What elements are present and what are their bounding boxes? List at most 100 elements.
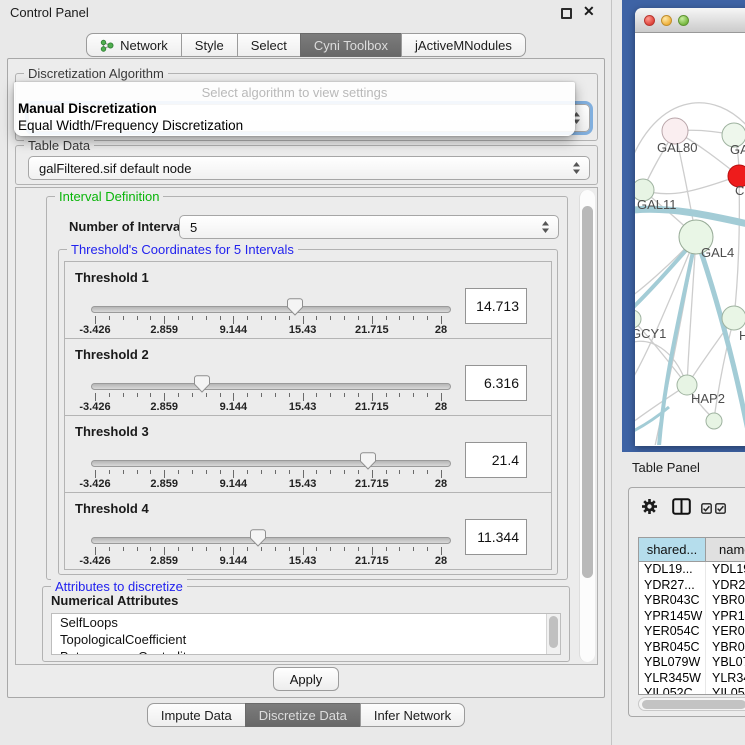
minor-tick (289, 316, 290, 320)
table-row[interactable]: YER054CYER05 (639, 624, 745, 640)
tab-label: Select (251, 38, 287, 53)
column-header-shared[interactable]: shared... (639, 538, 706, 562)
horizontal-scrollbar[interactable] (638, 697, 745, 711)
checkbox-icon[interactable] (715, 501, 726, 519)
threshold-value-field[interactable]: 6.316 (465, 365, 527, 401)
threshold-value-field[interactable]: 21.4 (465, 442, 527, 478)
tick-label: 9.144 (220, 555, 248, 567)
minor-tick (150, 470, 151, 474)
numerical-attributes-list[interactable]: SelfLoopsTopologicalCoefficientBetweenne… (51, 613, 561, 655)
attribute-list-item[interactable]: BetweennessCentrality (52, 648, 560, 655)
tick-label: 15.43 (289, 324, 317, 336)
minor-tick (192, 316, 193, 320)
minor-tick (316, 393, 317, 397)
table-row[interactable]: YLR345WYLR34 (639, 671, 745, 687)
popup-option-equal-width-frequency[interactable]: Equal Width/Frequency Discretization (14, 117, 575, 134)
major-tick (441, 316, 442, 324)
split-columns-icon[interactable] (672, 498, 691, 520)
slider-thumb[interactable] (287, 298, 303, 316)
close-traffic-light-icon[interactable] (644, 15, 655, 26)
tick-label: 28 (435, 324, 447, 336)
network-node[interactable] (706, 413, 722, 429)
threshold-value-field[interactable]: 11.344 (465, 519, 527, 555)
cell-shared-name: YDL19... (639, 562, 706, 578)
minor-tick (178, 547, 179, 551)
float-window-icon[interactable] (561, 8, 572, 19)
control-panel-titlebar: Control Panel ✕ (0, 0, 611, 26)
gear-icon[interactable] (641, 498, 658, 520)
attribute-list-item[interactable]: TopologicalCoefficient (52, 631, 560, 648)
minor-tick (137, 470, 138, 474)
tab-impute-data[interactable]: Impute Data (147, 703, 246, 727)
scrollbar-thumb[interactable] (642, 700, 745, 709)
number-of-intervals-combobox[interactable]: 5 (179, 215, 559, 239)
threshold-label: Threshold 4 (75, 501, 149, 516)
slider-thumb[interactable] (360, 452, 376, 470)
scrollbar-thumb[interactable] (582, 206, 593, 578)
threshold-slider[interactable]: -3.4262.8599.14415.4321.71528 (91, 521, 457, 567)
network-canvas[interactable]: GAL80GACGAL11GAL4GCY1HHAP2 (635, 33, 745, 445)
minor-tick (427, 393, 428, 397)
table-data-combobox[interactable]: galFiltered.sif default node (28, 156, 590, 180)
table-row[interactable]: YDL19...YDL19 (639, 562, 745, 578)
major-tick (95, 470, 96, 478)
slider-track[interactable] (91, 537, 451, 544)
top-tab-bar: NetworkStyle Select Cyni ToolboxjActiveMNo… (0, 33, 612, 57)
slider-thumb[interactable] (250, 529, 266, 547)
table-row[interactable]: YIL052CYIL05 (639, 686, 745, 694)
control-panel: Control Panel ✕ NetworkStyle Select Cyni T… (0, 0, 612, 745)
major-tick (95, 316, 96, 324)
tab-discretize-data[interactable]: Discretize Data (245, 703, 361, 727)
column-header-name[interactable]: name (706, 538, 745, 562)
attributes-list-scrollbar[interactable] (546, 614, 560, 654)
zoom-traffic-light-icon[interactable] (678, 15, 689, 26)
attributes-groupbox: Attributes to discretize Numerical Attri… (42, 586, 570, 662)
minor-tick (386, 547, 387, 551)
table-row[interactable]: YBR045CYBR04 (639, 640, 745, 656)
minor-tick (247, 470, 248, 474)
slider-track[interactable] (91, 460, 451, 467)
close-icon[interactable]: ✕ (583, 3, 595, 20)
major-tick (372, 393, 373, 401)
table-row[interactable]: YDR27...YDR27 (639, 578, 745, 594)
combo-arrows-icon (572, 161, 581, 175)
minor-tick (316, 316, 317, 320)
network-view-window[interactable]: GAL80GACGAL11GAL4GCY1HHAP2 (635, 8, 745, 446)
attribute-list-item[interactable]: SelfLoops (52, 614, 560, 631)
checkbox-icon[interactable] (701, 501, 712, 519)
table-row[interactable]: YBL079WYBL07 (639, 655, 745, 671)
table-toolbar (629, 488, 745, 530)
tab-infer-network[interactable]: Infer Network (360, 703, 465, 727)
tab-style[interactable]: Style (181, 33, 238, 57)
minor-tick (137, 393, 138, 397)
major-tick (164, 316, 165, 324)
tab-jactivemnodules[interactable]: jActiveMNodules (401, 33, 526, 57)
slider-track[interactable] (91, 306, 451, 313)
threshold-slider[interactable]: -3.4262.8599.14415.4321.71528 (91, 290, 457, 336)
threshold-slider[interactable]: -3.4262.8599.14415.4321.71528 (91, 444, 457, 490)
tab-cyni-toolbox[interactable]: Cyni Toolbox (300, 33, 402, 57)
network-node[interactable] (722, 306, 745, 330)
scrollbar-thumb[interactable] (549, 616, 558, 648)
table-row[interactable]: YPR145WYPR14 (639, 609, 745, 625)
tab-select[interactable]: Select (237, 33, 301, 57)
minor-tick (275, 470, 276, 474)
slider-track[interactable] (91, 383, 451, 390)
threshold-label: Threshold 2 (75, 347, 149, 362)
network-window-titlebar[interactable] (635, 8, 745, 33)
minor-tick (247, 393, 248, 397)
apply-button[interactable]: Apply (273, 667, 339, 691)
vertical-scrollbar[interactable] (579, 190, 595, 662)
threshold-value-field[interactable]: 14.713 (465, 288, 527, 324)
table-row[interactable]: YBR043CYBR04 (639, 593, 745, 609)
minor-tick (399, 547, 400, 551)
tick-label: 15.43 (289, 478, 317, 490)
slider-thumb[interactable] (194, 375, 210, 393)
tab-network[interactable]: Network (86, 33, 182, 57)
tab-label: Discretize Data (259, 708, 347, 723)
minor-tick (344, 316, 345, 320)
minimize-traffic-light-icon[interactable] (661, 15, 672, 26)
tick-label: -3.426 (79, 478, 110, 490)
threshold-slider[interactable]: -3.4262.8599.14415.4321.71528 (91, 367, 457, 413)
popup-option-manual-discretization[interactable]: Manual Discretization (14, 100, 575, 117)
